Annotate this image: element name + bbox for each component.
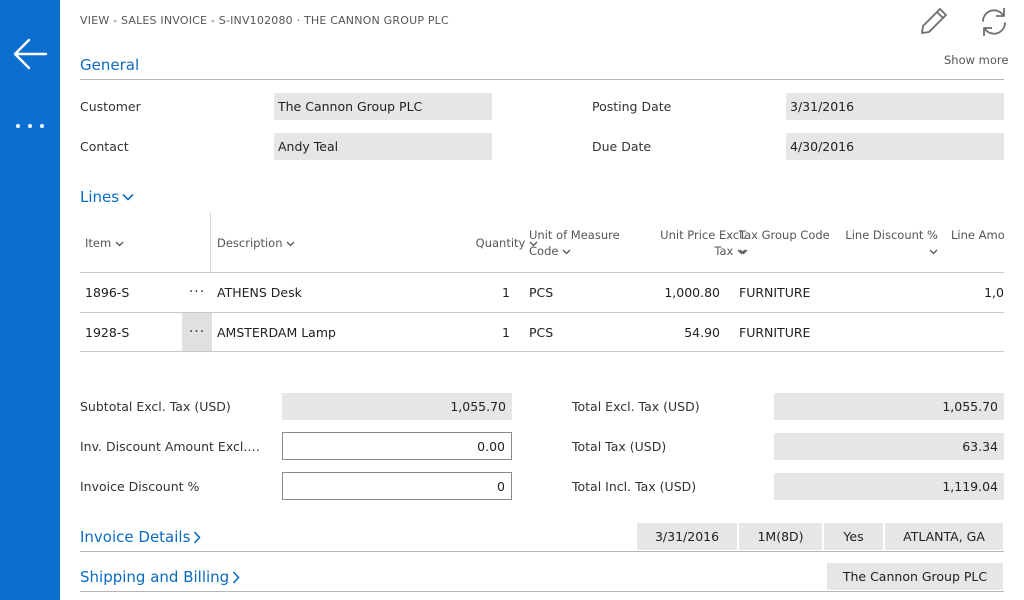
posting-date-label: Posting Date (592, 99, 672, 114)
chevron-down-icon (739, 249, 748, 254)
shipping-billing-chip-customer[interactable]: The Cannon Group PLC (826, 562, 1004, 591)
invoice-details-chip-terms[interactable]: 1M(8D) (738, 522, 823, 551)
grid-column-separator (210, 212, 211, 272)
chevron-down-icon (122, 193, 134, 201)
column-header-line-discount[interactable]: Line Discount % (840, 227, 938, 259)
invoice-details-section-heading[interactable]: Invoice Details (80, 528, 201, 546)
column-header-uom-line2: Code (529, 244, 559, 258)
column-header-unit-price[interactable]: Unit Price Excl. Tax (640, 227, 746, 259)
contact-label: Contact (80, 139, 129, 154)
due-date-field[interactable]: 4/30/2016 (786, 133, 1004, 160)
back-arrow-icon[interactable] (12, 36, 48, 72)
sidebar (0, 0, 60, 600)
total-incl-tax-label: Total Incl. Tax (USD) (572, 479, 697, 494)
subtotal-label: Subtotal Excl. Tax (USD) (80, 399, 231, 414)
row1-description[interactable]: ATHENS Desk (217, 285, 302, 300)
due-date-label: Due Date (592, 139, 652, 154)
show-more-link[interactable]: Show more (944, 53, 1008, 67)
column-header-price-line1: Unit Price Excl. (660, 228, 746, 242)
invoice-details-chip-date[interactable]: 3/31/2016 (636, 522, 738, 551)
row1-uom[interactable]: PCS (529, 285, 553, 300)
invoice-details-heading-text: Invoice Details (80, 528, 191, 546)
total-excl-tax-label: Total Excl. Tax (USD) (572, 399, 700, 414)
row2-description[interactable]: AMSTERDAM Lamp (217, 325, 336, 340)
column-header-tax-group[interactable]: Tax Group Code (739, 227, 849, 259)
row2-menu-ellipsis-icon[interactable]: ··· (182, 313, 212, 351)
row2-unit-price[interactable]: 54.90 (640, 325, 720, 340)
total-tax-field: 63.34 (774, 433, 1004, 460)
row1-line-amount[interactable]: 1,0 (960, 285, 1004, 300)
total-incl-tax-field: 1,119.04 (774, 473, 1004, 500)
lines-grid: Item Description Quantity Unit of Measur… (80, 212, 1004, 352)
column-header-line-discount-text: Line Discount % (845, 228, 938, 242)
total-tax-label: Total Tax (USD) (572, 439, 667, 454)
inv-discount-amount-input[interactable] (282, 432, 512, 460)
column-header-price-line2: Tax (714, 244, 734, 258)
row2-tax-group[interactable]: FURNITURE (739, 325, 810, 340)
column-header-item[interactable]: Item (85, 235, 124, 251)
subtotal-field: 1,055.70 (282, 393, 512, 420)
grid-bottom-divider (80, 351, 1004, 352)
lines-heading-text: Lines (80, 188, 120, 206)
edit-pencil-icon[interactable] (918, 5, 950, 37)
row1-unit-price[interactable]: 1,000.80 (640, 285, 720, 300)
column-header-unit-of-measure[interactable]: Unit of Measure Code (529, 227, 634, 259)
total-excl-tax-field: 1,055.70 (774, 393, 1004, 420)
column-header-tax-group-text: Tax Group Code (739, 228, 830, 242)
chevron-down-icon (929, 249, 938, 254)
column-header-uom-line1: Unit of Measure (529, 228, 620, 242)
page-title: VIEW - SALES INVOICE - S-INV102080 · THE… (80, 14, 449, 27)
row1-item[interactable]: 1896-S (85, 285, 129, 300)
row2-uom[interactable]: PCS (529, 325, 553, 340)
posting-date-field[interactable]: 3/31/2016 (786, 93, 1004, 120)
row2-quantity[interactable]: 1 (470, 325, 510, 340)
column-header-line-amount[interactable]: Line Amou (951, 227, 1004, 243)
customer-field[interactable]: The Cannon Group PLC (274, 93, 492, 120)
general-section-heading[interactable]: General (80, 56, 139, 74)
invoice-discount-pct-label: Invoice Discount % (80, 479, 200, 494)
chevron-down-icon (286, 241, 295, 246)
column-header-item-text: Item (85, 236, 112, 250)
chevron-right-icon (194, 530, 201, 544)
chevron-right-icon (233, 570, 240, 584)
grid-header-divider (80, 272, 1004, 273)
invoice-details-chip-location[interactable]: ATLANTA, GA (884, 522, 1004, 551)
general-heading-text: General (80, 56, 140, 74)
shipping-billing-heading-text: Shipping and Billing (80, 568, 230, 586)
column-header-description[interactable]: Description (217, 235, 295, 251)
column-header-quantity-text: Quantity (475, 236, 526, 250)
invoice-discount-pct-input[interactable] (282, 472, 512, 500)
row1-menu-ellipsis-icon[interactable]: ··· (182, 273, 212, 311)
column-header-description-text: Description (217, 236, 283, 250)
inv-discount-amount-label: Inv. Discount Amount Excl. T... (80, 439, 260, 454)
customer-label: Customer (80, 99, 141, 114)
shipping-billing-divider (80, 591, 1004, 592)
contact-field[interactable]: Andy Teal (274, 133, 492, 160)
invoice-details-divider (80, 551, 1004, 552)
more-options-icon[interactable] (12, 112, 48, 140)
column-header-quantity[interactable]: Quantity (450, 235, 538, 251)
general-divider (80, 79, 1004, 80)
refresh-icon[interactable] (977, 5, 1011, 39)
row2-item[interactable]: 1928-S (85, 325, 129, 340)
chevron-down-icon (115, 241, 124, 246)
shipping-billing-section-heading[interactable]: Shipping and Billing (80, 568, 240, 586)
main-content: VIEW - SALES INVOICE - S-INV102080 · THE… (60, 0, 1024, 600)
row1-tax-group[interactable]: FURNITURE (739, 285, 810, 300)
grid-row-divider (80, 312, 1004, 313)
chevron-down-icon (562, 249, 571, 254)
lines-section-heading[interactable]: Lines (80, 188, 134, 206)
invoice-details-chip-yes[interactable]: Yes (823, 522, 884, 551)
row1-quantity[interactable]: 1 (470, 285, 510, 300)
